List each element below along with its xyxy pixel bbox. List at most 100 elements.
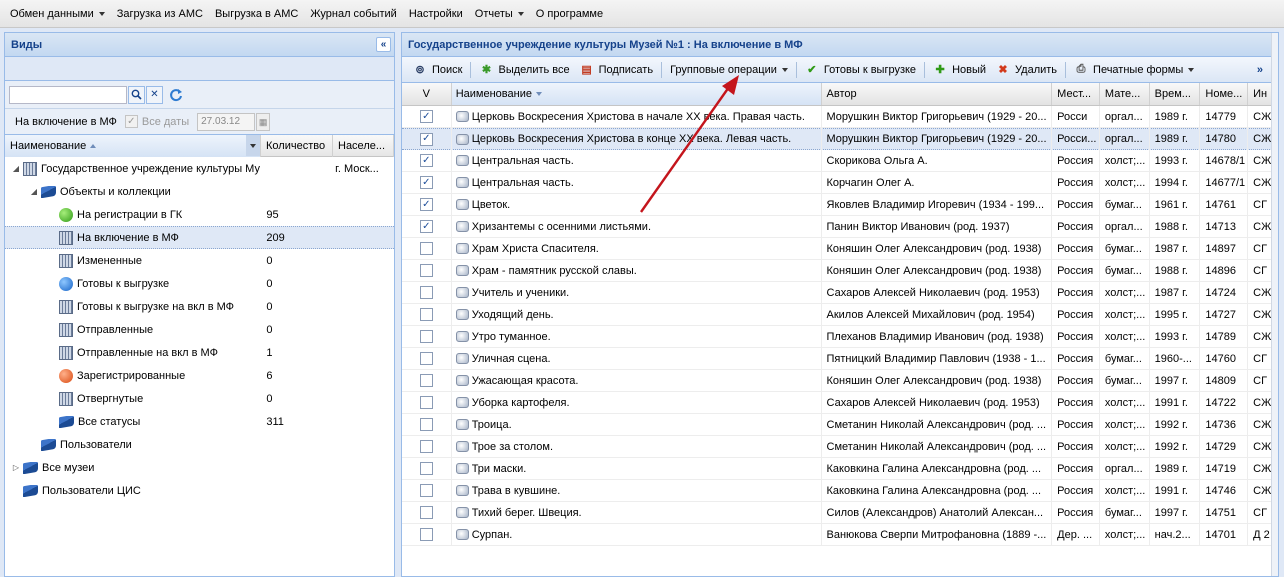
toolbar-overflow-button[interactable]: »	[1252, 59, 1268, 81]
toolbar-button-5[interactable]: ✚ Новый	[928, 59, 991, 81]
search-icon[interactable]	[128, 85, 145, 104]
menu-item-0[interactable]: Обмен данными	[4, 8, 111, 20]
row-checkbox[interactable]	[419, 286, 433, 299]
tree-node[interactable]: ▷ Все музеи	[5, 456, 394, 479]
tree-node[interactable]: Отправленные на вкл в МФ 1	[5, 341, 394, 364]
all-dates-checkbox[interactable]: ✓	[124, 115, 138, 128]
tree-node-label: Государственное учреждение культуры Му	[41, 162, 260, 175]
grid-column-header[interactable]: Мест...	[1052, 83, 1100, 105]
menu-item-6[interactable]: О программе	[530, 8, 609, 20]
table-row[interactable]: Тихий берег. Швеция. Силов (Александров) …	[402, 501, 1278, 524]
row-checkbox[interactable]	[419, 352, 433, 365]
vertical-scrollbar[interactable]	[1271, 33, 1278, 576]
row-checkbox[interactable]	[419, 396, 433, 409]
row-checkbox[interactable]	[419, 484, 433, 497]
table-row[interactable]: Уличная сцена. Пятницкий Владимир Павлови…	[402, 347, 1278, 370]
row-checkbox[interactable]	[419, 242, 433, 255]
row-checkbox[interactable]	[419, 462, 433, 475]
table-row[interactable]: Трава в кувшине. Каковкина Галина Алексан…	[402, 479, 1278, 502]
menu-item-4[interactable]: Настройки	[403, 8, 469, 20]
grid-column-header[interactable]: Врем...	[1150, 83, 1201, 105]
toolbar-button-2[interactable]: ▤ Подписать	[575, 59, 658, 81]
calendar-icon[interactable]: ▦	[256, 112, 271, 131]
row-checkbox[interactable]	[419, 418, 433, 431]
tree-node[interactable]: Пользователи ЦИС	[5, 479, 394, 502]
table-row[interactable]: Утро туманное. Плеханов Владимир Иванович…	[402, 325, 1278, 348]
row-checkbox[interactable]	[419, 330, 433, 343]
table-row[interactable]: Троица. Сметанин Николай Александрович (р…	[402, 413, 1278, 436]
row-checkbox[interactable]: ✓	[419, 154, 433, 167]
tree-node[interactable]: На регистрации в ГК 95	[5, 203, 394, 226]
row-checkbox[interactable]	[419, 308, 433, 321]
tree-node[interactable]: Готовы к выгрузке на вкл в МФ 0	[5, 295, 394, 318]
toolbar-button-7[interactable]: ⎙ Печатные формы	[1069, 59, 1199, 81]
menu-item-2[interactable]: Выгрузка в АМС	[209, 8, 304, 20]
table-row[interactable]: Ужасающая красота. Коняшин Олег Александр…	[402, 369, 1278, 392]
toolbar-button-6[interactable]: ✖ Удалить	[991, 59, 1062, 81]
grid-column-header[interactable]: V	[402, 83, 452, 105]
toolbar-button-0[interactable]: ⊚ Поиск	[408, 59, 467, 81]
row-checkbox[interactable]: ✓	[419, 110, 433, 123]
cell-place: Россия	[1052, 435, 1100, 458]
row-checkbox[interactable]	[419, 264, 433, 277]
expand-toggle-icon[interactable]: ▷	[11, 463, 21, 473]
double-chevron-left-icon[interactable]: «	[376, 37, 391, 52]
table-row[interactable]: ✓ Центральная часть. Скорикова Ольга А. Рос…	[402, 149, 1278, 172]
row-checkbox[interactable]: ✓	[419, 132, 433, 146]
col-name-header[interactable]: Наименование	[5, 135, 261, 157]
tree-node[interactable]: Отвергнутые 0	[5, 387, 394, 410]
grid-column-header[interactable]: Наименование	[451, 83, 822, 105]
row-checkbox[interactable]: ✓	[419, 176, 433, 189]
tree-node[interactable]: Все статусы 311	[5, 410, 394, 433]
table-row[interactable]: ✓ Церковь Воскресения Христова в начале X…	[402, 105, 1278, 128]
table-row[interactable]: Учитель и ученики. Сахаров Алексей Никола…	[402, 281, 1278, 304]
tree-node-count: 6	[266, 369, 273, 382]
cell-author: Коняшин Олег Александрович (род. 1938)	[822, 237, 1053, 260]
menu-item-1[interactable]: Загрузка из АМС	[111, 8, 209, 20]
expand-toggle-icon[interactable]: ◢	[29, 187, 39, 197]
menu-item-5[interactable]: Отчеты	[469, 8, 530, 20]
table-row[interactable]: ✓ Хризантемы с осенними листьями. Панин Ви…	[402, 215, 1278, 238]
row-checkbox[interactable]: ✓	[419, 198, 433, 211]
row-checkbox[interactable]	[419, 528, 433, 541]
row-checkbox[interactable]	[419, 440, 433, 453]
tree-node[interactable]: На включение в МФ 209	[5, 226, 394, 249]
artwork-icon	[455, 397, 469, 408]
grid-column-header[interactable]: Мате...	[1100, 83, 1150, 105]
toolbar-button-4[interactable]: ✔ Готовы к выгрузке	[800, 59, 921, 81]
tree-node[interactable]: Измененные 0	[5, 249, 394, 272]
toolbar-button-1[interactable]: ✱ Выделить все	[474, 59, 574, 81]
row-checkbox[interactable]: ✓	[419, 220, 433, 233]
chevron-down-icon[interactable]	[246, 135, 260, 156]
date-field[interactable]: 27.03.12	[197, 112, 256, 131]
menu-item-3[interactable]: Журнал событий	[304, 8, 402, 20]
table-row[interactable]: Храм Христа Спасителя. Коняшин Олег Алекс…	[402, 237, 1278, 260]
table-row[interactable]: Уборка картофеля. Сахаров Алексей Николае…	[402, 391, 1278, 414]
grid-column-header[interactable]: Номе...	[1200, 83, 1249, 105]
table-row[interactable]: ✓ Цветок. Яковлев Владимир Игоревич (1934 …	[402, 193, 1278, 216]
toolbar-button-3[interactable]: Групповые операции	[665, 59, 793, 81]
row-checkbox[interactable]	[419, 506, 433, 519]
tree-node[interactable]: ◢ Государственное учреждение культуры Му г…	[5, 157, 394, 180]
table-row[interactable]: Сурпан. Ванюкова Сверпи Митрофановна (188…	[402, 523, 1278, 546]
table-row[interactable]: Три маски. Каковкина Галина Александровна…	[402, 457, 1278, 480]
table-row[interactable]: Храм - памятник русской славы. Коняшин Ол…	[402, 259, 1278, 282]
tree-node[interactable]: Пользователи	[5, 433, 394, 456]
col-place-header[interactable]: Населе...	[333, 135, 394, 157]
table-row[interactable]: ✓ Центральная часть. Корчагин Олег А. Росси…	[402, 171, 1278, 194]
grid-column-header[interactable]: Автор	[822, 83, 1053, 105]
row-checkbox[interactable]	[419, 374, 433, 387]
refresh-icon[interactable]	[167, 86, 185, 104]
views-search-input[interactable]	[9, 85, 127, 104]
tree-node[interactable]: Отправленные 0	[5, 318, 394, 341]
expand-toggle-icon[interactable]: ◢	[11, 164, 21, 174]
tree-node[interactable]: ◢ Объекты и коллекции	[5, 180, 394, 203]
table-row[interactable]: Трое за столом. Сметанин Николай Александ…	[402, 435, 1278, 458]
tree-node[interactable]: Готовы к выгрузке 0	[5, 272, 394, 295]
table-row[interactable]: ✓ Церковь Воскресения Христова в конце XX…	[402, 128, 1278, 150]
table-row[interactable]: Уходящий день. Акилов Алексей Михайлович …	[402, 303, 1278, 326]
clear-icon[interactable]: ✕	[146, 85, 163, 104]
cell-name: Центральная часть.	[452, 149, 822, 172]
col-count-header[interactable]: Количество	[261, 135, 333, 157]
tree-node[interactable]: Зарегистрированные 6	[5, 364, 394, 387]
